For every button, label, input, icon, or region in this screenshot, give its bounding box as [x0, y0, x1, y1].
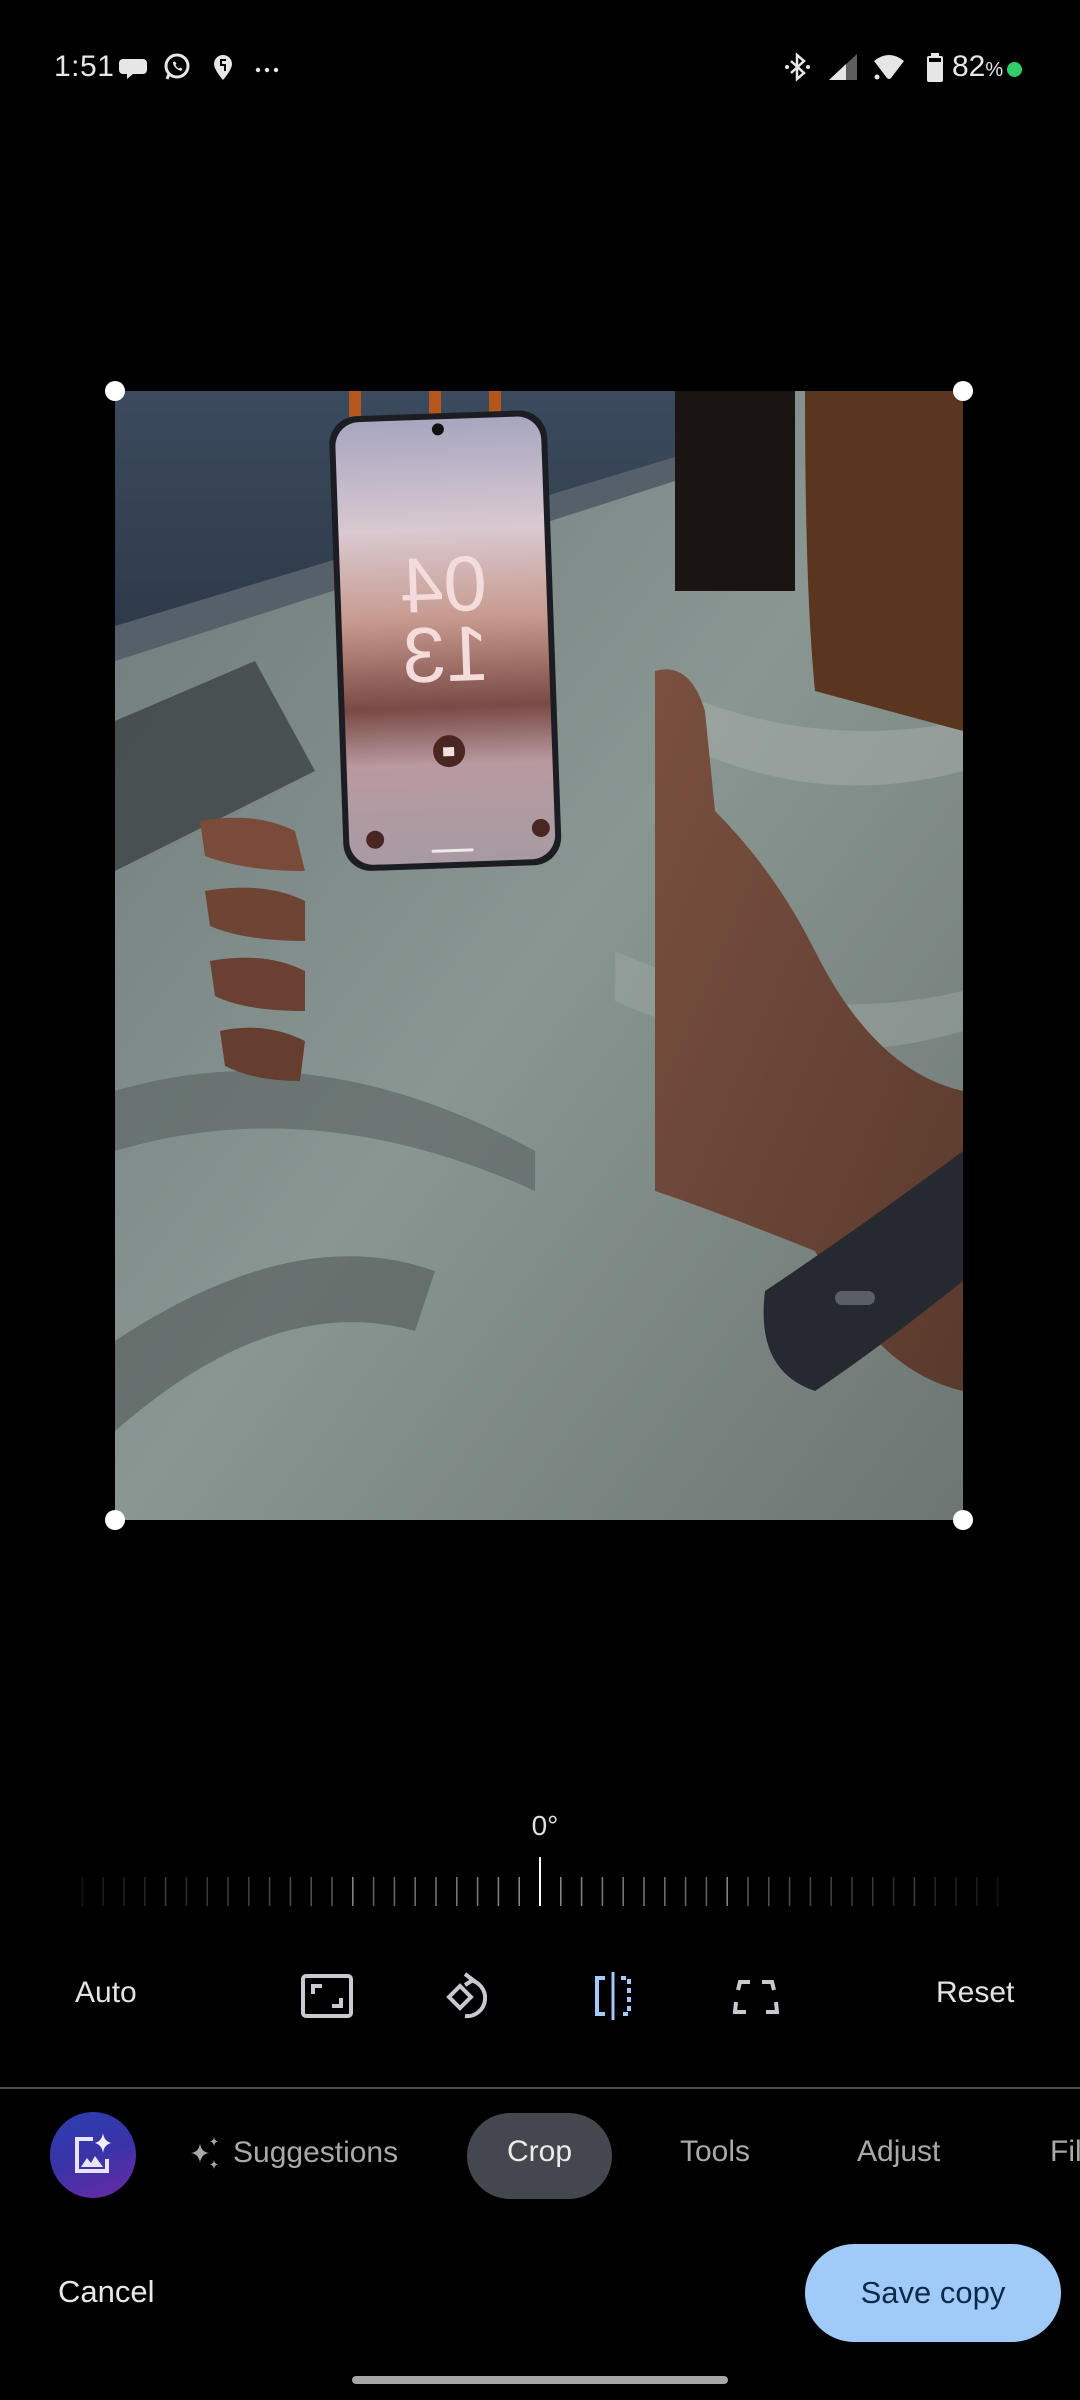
gesture-navigation-bar[interactable]: [352, 2376, 728, 2384]
signal-icon: [826, 50, 860, 84]
whatsapp-icon: [160, 50, 194, 84]
photo-canvas[interactable]: 04 13: [115, 391, 963, 1520]
rotation-dial-indicator: [539, 1857, 541, 1906]
photo-image: 04 13: [115, 391, 963, 1520]
battery-icon: [918, 50, 952, 84]
lockscreen-clock-minutes: 13: [401, 609, 491, 700]
status-time: 1:51: [54, 50, 115, 83]
rotation-angle-label: 0°: [531, 1810, 559, 1841]
aspect-ratio-icon: [301, 1974, 353, 2018]
privacy-indicator: [1007, 62, 1022, 77]
magic-editor-button[interactable]: [50, 2112, 136, 2198]
swiggy-icon: [206, 50, 240, 84]
reset-button[interactable]: Reset: [936, 1976, 1014, 2010]
save-copy-button[interactable]: Save copy: [805, 2244, 1061, 2342]
bluetooth-icon: [780, 50, 814, 84]
perspective-icon: [732, 1980, 780, 2014]
tab-adjust[interactable]: Adjust: [857, 2135, 940, 2169]
more-notifications-icon: [250, 50, 284, 84]
tab-tools[interactable]: Tools: [680, 2135, 750, 2169]
tab-crop[interactable]: Crop: [467, 2135, 612, 2169]
auto-button[interactable]: Auto: [75, 1976, 137, 2010]
wifi-icon: [872, 50, 906, 84]
aspect-ratio-button[interactable]: [299, 1968, 355, 2024]
crop-handle-top-right[interactable]: [953, 381, 973, 401]
flip-icon: [595, 1972, 631, 2020]
battery-percentage: 82%: [952, 50, 1004, 83]
sparkle-icon: [191, 2137, 218, 2169]
tab-suggestions-label: Suggestions: [233, 2136, 399, 2169]
divider: [0, 2087, 1080, 2089]
messages-icon: [118, 50, 152, 84]
perspective-button[interactable]: [728, 1968, 784, 2024]
cancel-button[interactable]: Cancel: [58, 2274, 155, 2310]
crop-handle-top-left[interactable]: [105, 381, 125, 401]
crop-handle-bottom-left[interactable]: [105, 1510, 125, 1530]
crop-handle-bottom-right[interactable]: [953, 1510, 973, 1530]
tab-filters[interactable]: Fil: [1050, 2135, 1080, 2169]
magic-editor-icon: [75, 2133, 111, 2173]
tab-suggestions[interactable]: Suggestions: [187, 2135, 398, 2171]
rotate-icon: [446, 1972, 488, 2019]
flip-button[interactable]: [585, 1968, 641, 2024]
rotate-button[interactable]: [441, 1968, 497, 2024]
